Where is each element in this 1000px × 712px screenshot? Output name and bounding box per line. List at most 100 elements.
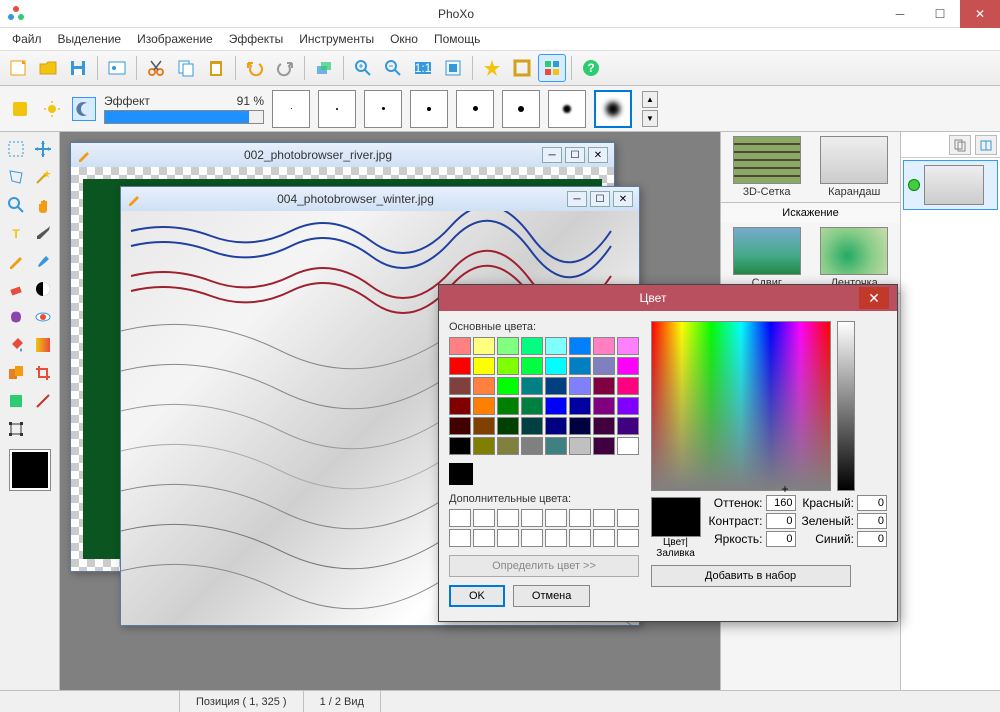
brush-icon[interactable] — [31, 248, 56, 274]
crop-icon[interactable] — [31, 360, 56, 386]
save-icon[interactable] — [64, 54, 92, 82]
layers-copy-icon[interactable] — [949, 135, 971, 155]
custom-color-cell[interactable] — [617, 529, 639, 547]
menu-selection[interactable]: Выделение — [50, 29, 130, 49]
cut-icon[interactable] — [142, 54, 170, 82]
blue-input[interactable] — [857, 531, 887, 547]
zoom-out-icon[interactable] — [379, 54, 407, 82]
effect-thumb-shift[interactable]: Сдвиг — [732, 227, 802, 289]
basic-color-cell[interactable] — [545, 377, 567, 395]
rect-select-icon[interactable] — [4, 136, 29, 162]
basic-color-cell[interactable] — [545, 357, 567, 375]
basic-color-cell[interactable] — [569, 417, 591, 435]
basic-color-cell[interactable] — [617, 417, 639, 435]
selected-color-big[interactable] — [449, 463, 473, 485]
basic-color-cell[interactable] — [617, 337, 639, 355]
clone-icon[interactable] — [4, 360, 29, 386]
brush-size-2[interactable] — [318, 90, 356, 128]
doc-maximize[interactable]: ☐ — [590, 191, 610, 207]
custom-color-cell[interactable] — [497, 529, 519, 547]
custom-color-cell[interactable] — [473, 529, 495, 547]
redo-icon[interactable] — [271, 54, 299, 82]
brush-size-1[interactable] — [272, 90, 310, 128]
basic-color-cell[interactable] — [569, 357, 591, 375]
basic-color-cell[interactable] — [569, 377, 591, 395]
pencil-icon[interactable] — [4, 248, 29, 274]
basic-color-cell[interactable] — [473, 357, 495, 375]
custom-color-cell[interactable] — [449, 509, 471, 527]
hand-icon[interactable] — [31, 192, 56, 218]
basic-color-cell[interactable] — [593, 337, 615, 355]
basic-color-cell[interactable] — [593, 397, 615, 415]
effect-thumb-3d-grid[interactable]: 3D-Сетка — [732, 136, 802, 198]
eraser-icon[interactable] — [4, 276, 29, 302]
basic-color-cell[interactable] — [473, 377, 495, 395]
layers-icon[interactable] — [310, 54, 338, 82]
custom-color-cell[interactable] — [569, 529, 591, 547]
basic-color-cell[interactable] — [617, 437, 639, 455]
doc-minimize[interactable]: ─ — [567, 191, 587, 207]
basic-color-cell[interactable] — [473, 417, 495, 435]
basic-color-cell[interactable] — [497, 437, 519, 455]
custom-color-cell[interactable] — [521, 509, 543, 527]
tile-icon[interactable] — [538, 54, 566, 82]
custom-color-cell[interactable] — [593, 529, 615, 547]
menu-effects[interactable]: Эффекты — [221, 29, 292, 49]
basic-color-cell[interactable] — [497, 357, 519, 375]
brush-size-8[interactable] — [594, 90, 632, 128]
star-icon[interactable] — [478, 54, 506, 82]
effect-browser-icon[interactable] — [103, 54, 131, 82]
basic-color-cell[interactable] — [521, 397, 543, 415]
moon-icon[interactable] — [72, 97, 96, 121]
basic-color-cell[interactable] — [617, 357, 639, 375]
brush-size-3[interactable] — [364, 90, 402, 128]
ok-button[interactable]: OK — [449, 585, 505, 607]
basic-color-cell[interactable] — [545, 337, 567, 355]
zoom-fit-icon[interactable] — [439, 54, 467, 82]
basic-color-cell[interactable] — [617, 377, 639, 395]
basic-color-cell[interactable] — [521, 417, 543, 435]
close-button[interactable]: ✕ — [960, 0, 1000, 28]
effect-thumb-pencil[interactable]: Карандаш — [819, 136, 889, 198]
basic-color-cell[interactable] — [521, 437, 543, 455]
basic-color-cell[interactable] — [593, 437, 615, 455]
basic-color-cell[interactable] — [545, 397, 567, 415]
luminance-bar[interactable] — [837, 321, 855, 491]
custom-color-cell[interactable] — [449, 529, 471, 547]
redeye-icon[interactable] — [31, 304, 56, 330]
note-icon[interactable] — [8, 97, 32, 121]
brush-size-up[interactable]: ▲ — [642, 91, 658, 108]
transform-icon[interactable] — [4, 416, 29, 442]
help-icon[interactable]: ? — [577, 54, 605, 82]
basic-color-cell[interactable] — [497, 377, 519, 395]
hue-input[interactable] — [766, 495, 796, 511]
fill-icon[interactable] — [4, 332, 29, 358]
brush-size-5[interactable] — [456, 90, 494, 128]
custom-color-cell[interactable] — [545, 529, 567, 547]
basic-color-cell[interactable] — [449, 417, 471, 435]
basic-color-cell[interactable] — [449, 397, 471, 415]
basic-color-cell[interactable] — [521, 357, 543, 375]
wand-icon[interactable] — [31, 164, 56, 190]
undo-icon[interactable] — [241, 54, 269, 82]
menu-help[interactable]: Помощь — [426, 29, 488, 49]
shape-icon[interactable] — [4, 388, 29, 414]
basic-color-cell[interactable] — [497, 337, 519, 355]
basic-color-cell[interactable] — [473, 437, 495, 455]
basic-color-cell[interactable] — [569, 397, 591, 415]
basic-color-cell[interactable] — [449, 357, 471, 375]
gradient-icon[interactable] — [31, 332, 56, 358]
basic-color-cell[interactable] — [449, 337, 471, 355]
lum-input[interactable] — [766, 531, 796, 547]
eyedropper-icon[interactable] — [31, 220, 56, 246]
basic-color-cell[interactable] — [497, 417, 519, 435]
zoom-in-icon[interactable] — [349, 54, 377, 82]
doc-close[interactable]: ✕ — [613, 191, 633, 207]
basic-color-cell[interactable] — [473, 337, 495, 355]
smudge-icon[interactable] — [4, 304, 29, 330]
basic-color-cell[interactable] — [593, 357, 615, 375]
effect-thumb-ribbon[interactable]: Ленточка — [819, 227, 889, 289]
sat-input[interactable] — [766, 513, 796, 529]
menu-image[interactable]: Изображение — [129, 29, 221, 49]
basic-color-cell[interactable] — [569, 337, 591, 355]
